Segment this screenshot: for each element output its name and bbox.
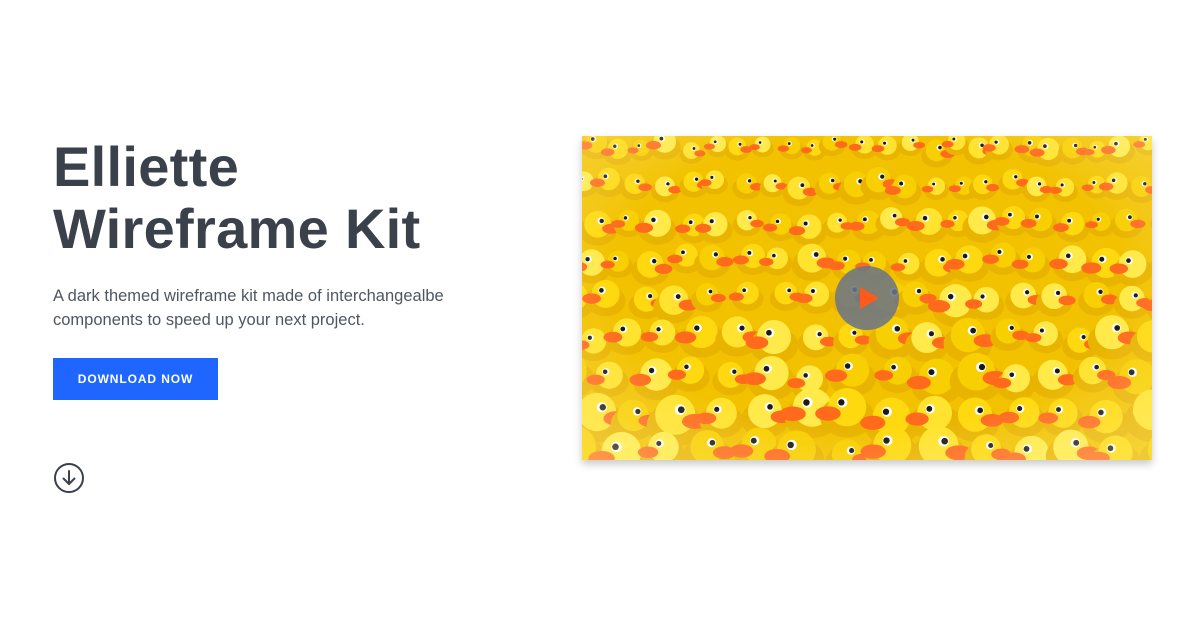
download-now-button[interactable]: DOWNLOAD NOW [53,358,218,400]
video-thumbnail[interactable] [582,136,1152,460]
hero-section: Elliette Wireframe Kit A dark themed wir… [53,136,523,400]
play-button[interactable] [835,266,899,330]
title-line-2: Wireframe Kit [53,197,421,260]
title-line-1: Elliette [53,135,240,198]
scroll-down-icon[interactable] [53,462,85,494]
play-icon [860,287,879,309]
page-title: Elliette Wireframe Kit [53,136,523,260]
hero-description: A dark themed wireframe kit made of inte… [53,287,444,329]
